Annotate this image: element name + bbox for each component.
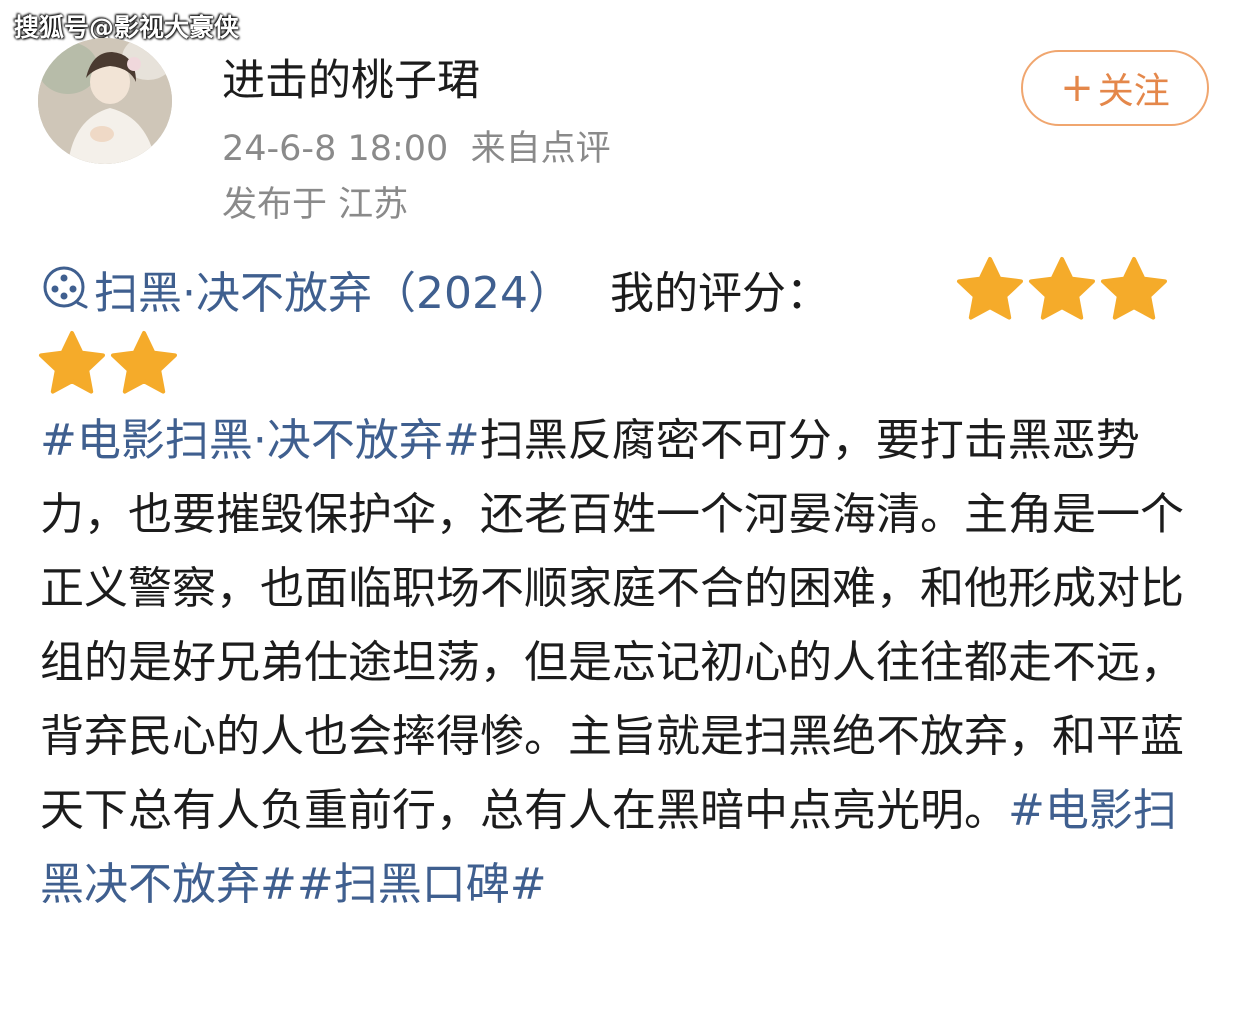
watermark: 搜狐号@影视大豪侠	[14, 13, 240, 42]
star-icon	[38, 330, 106, 396]
rating-label: 我的评分：	[609, 268, 830, 319]
star-icon	[110, 330, 178, 396]
star-icon	[1028, 256, 1096, 322]
post-meta: 24-6-8 18:00 来自点评	[222, 120, 611, 171]
post-location: 发布于 江苏	[222, 185, 409, 225]
username[interactable]: 进击的桃子珺	[222, 46, 480, 108]
plus-icon: +	[1060, 65, 1094, 111]
star-icon	[956, 256, 1024, 322]
post-text: 扫黑反腐密不可分，要打击黑恶势力，也要摧毁保护伞，还老百姓一个河晏海清。主角是一…	[40, 415, 1184, 836]
avatar-photo	[38, 38, 172, 164]
hashtag-link[interactable]: #电影扫黑·决不放弃#	[40, 415, 480, 466]
star-icon	[1100, 256, 1168, 322]
rating-stars-row1	[956, 256, 1168, 322]
post-datetime: 24-6-8 18:00	[222, 129, 449, 169]
film-reel-icon	[40, 263, 94, 315]
hashtag-link[interactable]: #扫黑口碑#	[297, 859, 547, 910]
avatar[interactable]	[38, 38, 172, 164]
follow-button[interactable]: + 关注	[1021, 50, 1209, 126]
post-body: #电影扫黑·决不放弃#扫黑反腐密不可分，要打击黑恶势力，也要摧毁保护伞，还老百姓…	[40, 404, 1216, 922]
rating-stars-row2	[38, 330, 178, 396]
follow-label: 关注	[1097, 71, 1170, 112]
movie-rating-line: 扫黑·决不放弃（2024） 我的评分：	[40, 256, 830, 322]
post-source: 来自点评	[470, 129, 611, 169]
movie-title-link[interactable]: 扫黑·决不放弃（2024）	[94, 257, 572, 321]
